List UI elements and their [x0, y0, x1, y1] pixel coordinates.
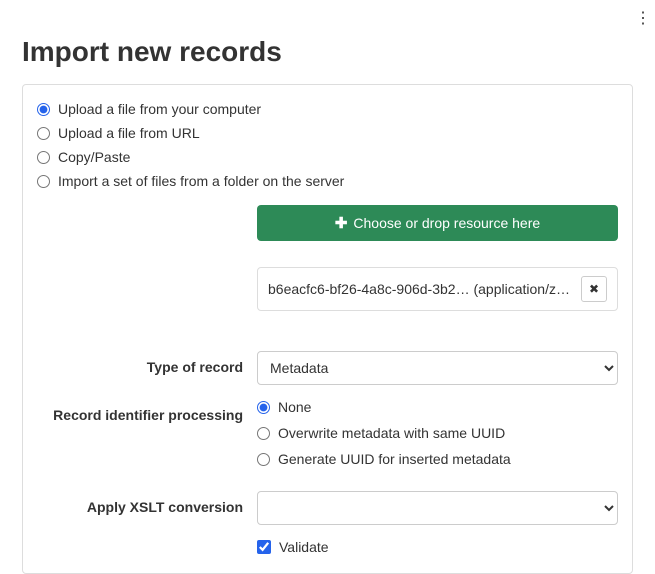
validate-row[interactable]: Validate [257, 539, 618, 555]
record-id-overwrite-label: Overwrite metadata with same UUID [278, 425, 505, 441]
validate-checkbox[interactable] [257, 540, 271, 554]
record-id-generate[interactable]: Generate UUID for inserted metadata [257, 451, 618, 467]
remove-file-button[interactable]: ✖ [581, 276, 607, 302]
record-id-generate-radio[interactable] [257, 453, 270, 466]
validate-label: Validate [279, 539, 329, 555]
overflow-menu-icon[interactable]: ⋮ [635, 8, 651, 28]
uploaded-file-name: b6eacfc6-bf26-4a8c-906d-3b2… (applicatio… [268, 281, 573, 297]
record-id-processing-label: Record identifier processing [37, 399, 257, 423]
record-id-none-label: None [278, 399, 311, 415]
upload-method-copy-paste-label: Copy/Paste [58, 149, 130, 165]
upload-method-server-folder[interactable]: Import a set of files from a folder on t… [37, 173, 618, 189]
xslt-select[interactable] [257, 491, 618, 525]
record-id-none[interactable]: None [257, 399, 618, 415]
close-icon: ✖ [589, 283, 599, 295]
upload-method-computer[interactable]: Upload a file from your computer [37, 101, 618, 117]
type-of-record-label: Type of record [37, 351, 257, 375]
upload-method-copy-paste-radio[interactable] [37, 151, 50, 164]
plus-icon: ✚ [335, 216, 348, 231]
upload-method-url-label: Upload a file from URL [58, 125, 200, 141]
page-title: Import new records [22, 36, 633, 68]
record-id-overwrite[interactable]: Overwrite metadata with same UUID [257, 425, 618, 441]
choose-resource-button-label: Choose or drop resource here [353, 215, 540, 231]
upload-method-url-radio[interactable] [37, 127, 50, 140]
upload-method-server-folder-label: Import a set of files from a folder on t… [58, 173, 344, 189]
xslt-label: Apply XSLT conversion [37, 491, 257, 515]
record-id-overwrite-radio[interactable] [257, 427, 270, 440]
type-of-record-select[interactable]: Metadata [257, 351, 618, 385]
import-panel: Upload a file from your computer Upload … [22, 84, 633, 574]
upload-method-copy-paste[interactable]: Copy/Paste [37, 149, 618, 165]
record-id-none-radio[interactable] [257, 401, 270, 414]
upload-method-url[interactable]: Upload a file from URL [37, 125, 618, 141]
uploaded-file-chip: b6eacfc6-bf26-4a8c-906d-3b2… (applicatio… [257, 267, 618, 311]
choose-resource-button[interactable]: ✚ Choose or drop resource here [257, 205, 618, 241]
upload-method-computer-label: Upload a file from your computer [58, 101, 261, 117]
upload-method-computer-radio[interactable] [37, 103, 50, 116]
upload-method-server-folder-radio[interactable] [37, 175, 50, 188]
record-id-generate-label: Generate UUID for inserted metadata [278, 451, 511, 467]
import-records-page: Import new records Upload a file from yo… [0, 0, 655, 574]
